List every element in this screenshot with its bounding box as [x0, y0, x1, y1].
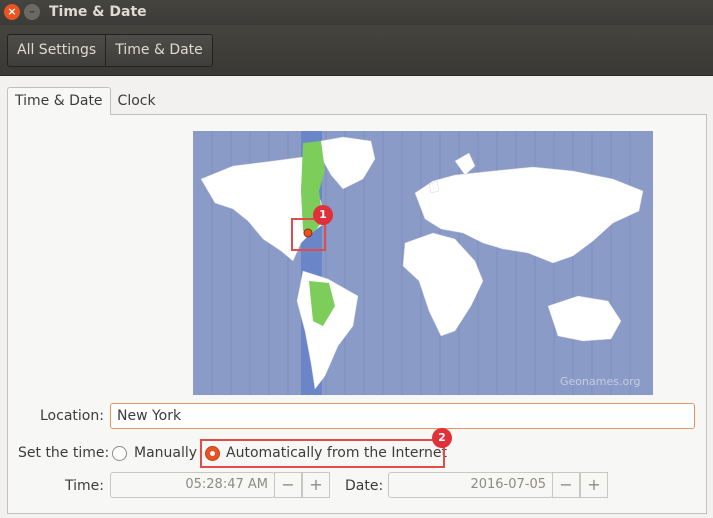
- location-label: Location:: [40, 408, 104, 424]
- time-field: 05:28:47 AM: [110, 472, 275, 498]
- toolbar: All Settings Time & Date: [0, 25, 713, 76]
- minimize-icon[interactable]: –: [24, 4, 40, 20]
- date-label: Date:: [345, 478, 384, 494]
- tab-time-date[interactable]: Time & Date: [7, 87, 111, 115]
- breadcrumb: All Settings Time & Date: [7, 34, 213, 67]
- tab-bar: Time & Date Clock: [7, 87, 163, 115]
- manually-label[interactable]: Manually: [134, 445, 197, 461]
- date-decrement-button: −: [552, 472, 580, 498]
- title-bar: × – Time & Date: [0, 0, 713, 25]
- annotation-badge-1: 1: [313, 205, 333, 225]
- manually-radio[interactable]: [112, 446, 127, 461]
- time-increment-button: +: [302, 472, 330, 498]
- annotation-badge-2: 2: [432, 428, 452, 448]
- timezone-map[interactable]: [193, 131, 653, 395]
- location-input[interactable]: New York: [110, 403, 695, 429]
- time-value: 05:28:47 AM: [185, 477, 268, 492]
- close-icon[interactable]: ×: [4, 4, 20, 20]
- set-time-label: Set the time:: [18, 445, 110, 461]
- time-label: Time:: [65, 478, 104, 494]
- date-increment-button: +: [580, 472, 608, 498]
- date-value: 2016-07-05: [470, 477, 546, 492]
- breadcrumb-time-date[interactable]: Time & Date: [105, 35, 212, 66]
- window-title: Time & Date: [49, 4, 147, 20]
- map-credit: Geonames.org: [560, 375, 641, 388]
- date-field: 2016-07-05: [388, 472, 553, 498]
- time-decrement-button: −: [274, 472, 302, 498]
- tab-clock[interactable]: Clock: [111, 89, 163, 115]
- breadcrumb-all-settings[interactable]: All Settings: [8, 35, 105, 66]
- highlight-box-2: [200, 439, 445, 468]
